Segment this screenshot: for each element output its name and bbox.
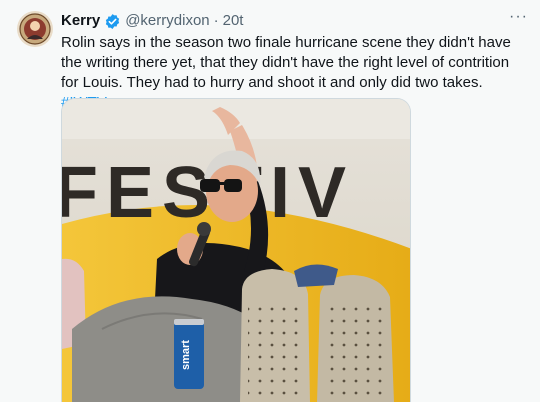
tweet-header: Kerry @kerrydixon · 20t [61,11,243,31]
verified-badge-icon [104,13,121,30]
author-handle[interactable]: @kerrydixon [125,11,209,31]
avatar[interactable] [17,11,53,47]
tweet-photo[interactable]: FESTIV [61,98,411,402]
separator-dot: · [213,12,219,29]
more-options-icon[interactable]: ··· [509,8,528,26]
tweet[interactable]: Kerry @kerrydixon · 20t ··· Rolin says i… [0,0,540,402]
tweet-body: Rolin says in the season two finale hurr… [61,34,511,91]
can-label: smart [180,340,192,370]
timestamp[interactable]: 20t [223,11,244,31]
author-name[interactable]: Kerry [61,11,100,31]
